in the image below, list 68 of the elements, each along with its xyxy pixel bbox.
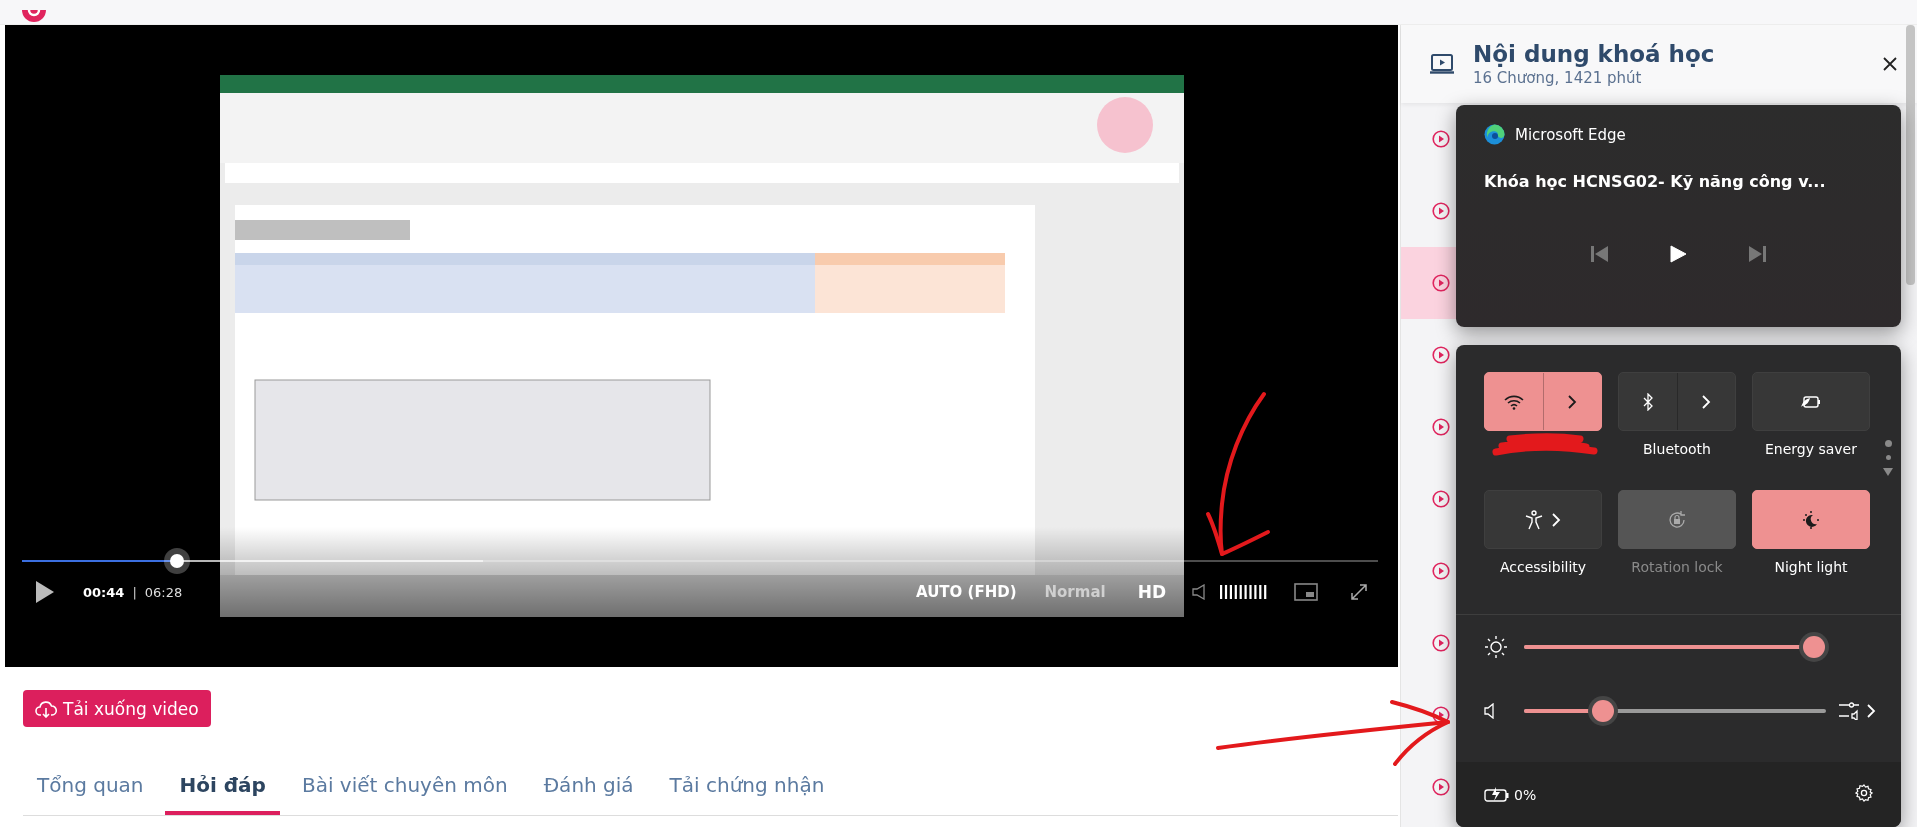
browser-logo-icon (1484, 124, 1505, 145)
chevron-icon (1567, 393, 1578, 410)
caret-down-icon[interactable] (1883, 468, 1893, 476)
tab[interactable]: Bài viết chuyên môn (287, 761, 522, 815)
quick-setting-tile[interactable] (1484, 372, 1602, 431)
speaker-icon[interactable] (1192, 584, 1206, 600)
play-circle-icon (1432, 274, 1450, 292)
play-circle-icon (1432, 634, 1450, 652)
battery-charging-icon (1484, 786, 1510, 803)
battery-percent: 0% (1514, 786, 1537, 803)
tab[interactable]: Đánh giá (529, 761, 648, 815)
rotation-lock-icon (1667, 509, 1687, 530)
tile-label: Bluetooth (1643, 441, 1711, 457)
cloud-download-icon (35, 699, 57, 718)
picture-in-picture-icon[interactable] (1294, 583, 1318, 601)
quick-setting-tile[interactable] (1752, 372, 1870, 431)
tab[interactable]: Hỏi đáp (165, 761, 280, 815)
play-circle-icon (1432, 706, 1450, 724)
media-title: Khóa học HCNSG02- Kỹ năng công v... (1483, 171, 1827, 191)
hd-badge[interactable]: HD (1137, 582, 1166, 602)
tile-label: Accessibility (1499, 559, 1587, 575)
tile-label: Energy saver (1765, 441, 1857, 457)
tab[interactable]: Tải chứng nhận (655, 761, 839, 815)
progress-thumb[interactable] (169, 554, 184, 568)
tab[interactable]: Tổng quan (23, 761, 158, 815)
volume-bars-icon[interactable] (1220, 584, 1268, 600)
battery-leaf-icon (1800, 394, 1822, 409)
panel-title: Nội dung khoá học (1473, 41, 1716, 67)
brightness-icon (1484, 635, 1508, 659)
play-circle-icon (1432, 778, 1450, 796)
tile-label: Rotation lock (1631, 559, 1723, 575)
battery-status[interactable]: 0% (1484, 786, 1537, 803)
quick-setting-tile[interactable] (1484, 490, 1602, 549)
play-circle-icon (1432, 418, 1450, 436)
play-icon[interactable] (35, 580, 55, 604)
current-time: 00:44 (83, 584, 125, 600)
person-icon (1525, 509, 1543, 530)
lesson-row[interactable] (1401, 247, 1456, 319)
wifi-icon (1503, 393, 1524, 410)
chevron-icon (1551, 511, 1561, 528)
quick-setting-tile[interactable] (1618, 372, 1736, 431)
brightness-slider-thumb[interactable] (1802, 636, 1825, 658)
download-video-button[interactable]: Tải xuống video (23, 690, 211, 727)
bluetooth-icon (1641, 392, 1654, 411)
tile-label: Night light (1774, 559, 1848, 575)
play-circle-icon (1432, 202, 1450, 220)
quality-selector[interactable]: AUTO (FHD) (916, 583, 1017, 601)
quick-setting-tile[interactable] (1752, 490, 1870, 549)
chevron-icon (1866, 703, 1876, 719)
sound-mixer-icon[interactable] (1838, 702, 1860, 720)
page-dot[interactable] (1885, 455, 1891, 460)
play-circle-icon (1432, 130, 1450, 148)
chevron-icon (1701, 393, 1712, 410)
play-circle-icon (1432, 346, 1450, 364)
moon-icon (1801, 509, 1821, 530)
time-separator: | (132, 584, 137, 600)
scrollbar[interactable] (1906, 25, 1915, 285)
play-circle-icon (1432, 490, 1450, 508)
panel-subtitle: 16 Chương, 1421 phút (1473, 69, 1643, 87)
close-icon[interactable] (1883, 57, 1897, 71)
duration: 06:28 (144, 584, 183, 600)
play-circle-icon (1432, 562, 1450, 580)
laptop-play-icon (1429, 53, 1455, 75)
page-dot[interactable] (1884, 440, 1892, 447)
logo-icon[interactable] (20, 10, 48, 24)
fullscreen-icon[interactable] (1350, 583, 1368, 601)
app-name: Microsoft Edge (1515, 125, 1626, 144)
volume-slider-thumb[interactable] (1591, 700, 1614, 722)
